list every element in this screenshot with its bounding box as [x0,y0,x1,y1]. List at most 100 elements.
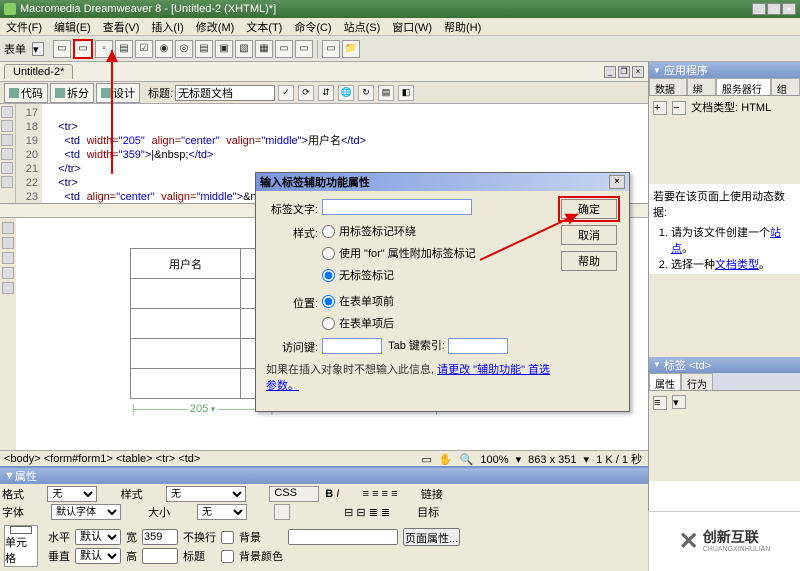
minimize-button[interactable]: _ [752,3,766,15]
properties-panel: ▼属性 格式 无 样式 无 CSS B I ≡ ≡ ≡ ≡ 链接 字体 [0,466,648,571]
design-view-button[interactable]: 设计 [96,83,140,103]
button-icon[interactable]: ▭ [275,40,293,58]
width-input[interactable] [142,529,178,545]
imagefield-icon[interactable]: ▧ [235,40,253,58]
title-input[interactable] [175,85,275,101]
menu-edit[interactable]: 编辑(E) [54,19,91,35]
horz-label: 水平 [48,529,70,545]
label-text-input[interactable] [322,199,472,215]
tabindex-input[interactable] [448,338,508,354]
radio-style-none[interactable]: 无标签标记 [322,267,559,283]
radio-pos-before[interactable]: 在表单项前 [322,293,559,309]
menu-view[interactable]: 查看(V) [103,19,140,35]
folder-icon[interactable]: 📁 [342,40,360,58]
preview-icon[interactable]: 🌐 [338,85,354,101]
radiogroup-icon[interactable]: ◎ [175,40,193,58]
tab-behaviors[interactable]: 行为 [681,373,713,390]
size-select[interactable]: 无 [197,504,247,520]
menu-insert[interactable]: 插入(I) [151,19,183,35]
style-select[interactable]: 无 [166,486,246,502]
header-checkbox[interactable] [221,550,234,563]
format-label: 格式 [2,486,41,502]
tab-components[interactable]: 组件 [771,78,800,95]
radio-style-wrap[interactable]: 用标签标记环绕 [322,223,559,239]
window-controls: _ □ × [751,3,796,15]
cell-username-label[interactable]: 用户名 [131,249,241,279]
tag-opts-icon[interactable]: ▾ [672,395,686,409]
window-dimensions[interactable]: 863 x 351 [528,454,576,466]
textfield-icon[interactable]: ▭ [73,39,93,59]
doc-close-button[interactable]: × [632,66,644,78]
app-panel-header[interactable]: ▼应用程序 [649,62,800,78]
view-options-icon[interactable]: ▤ [378,85,394,101]
doc-restore-button[interactable]: ❐ [618,66,630,78]
tab-bindings[interactable]: 绑定 [687,78,716,95]
bg-input[interactable] [288,529,398,545]
cancel-button[interactable]: 取消 [561,225,617,245]
label-icon[interactable]: ▭ [295,40,313,58]
properties-header[interactable]: ▼属性 [0,468,648,484]
horz-select[interactable]: 默认 [75,529,121,545]
tag-add-icon[interactable]: ≡ [653,396,667,410]
doc-type-label: 文档类型: [691,102,738,114]
insert-category-dropdown[interactable]: ▾ [32,42,44,56]
menu-commands[interactable]: 命令(C) [294,19,331,35]
font-select[interactable]: 默认字体 [51,504,121,520]
ok-button[interactable]: 确定 [561,199,617,219]
plus-icon[interactable]: + [653,101,667,115]
height-input[interactable] [142,548,178,564]
code-view-button[interactable]: 代码 [4,83,48,103]
tab-database[interactable]: 数据库 [649,78,687,95]
hidden-field-icon[interactable]: ▫ [95,40,113,58]
tabindex-label: Tab 键索引: [388,340,445,352]
textarea-icon[interactable]: ▤ [115,40,133,58]
file-mgmt-icon[interactable]: ⇵ [318,85,334,101]
menu-modify[interactable]: 修改(M) [196,19,235,35]
status-bar: <body> <form#form1> <table> <tr> <td> ▭ … [0,450,648,466]
jumpmenu-icon[interactable]: ▣ [215,40,233,58]
doctype-link[interactable]: 文档类型 [715,259,759,271]
help-button[interactable]: 帮助 [561,251,617,271]
fieldset-icon[interactable]: ▭ [322,40,340,58]
color-swatch[interactable] [274,504,290,520]
close-button[interactable]: × [782,3,796,15]
nowrap-checkbox[interactable] [221,531,234,544]
format-select[interactable]: 无 [47,486,97,502]
validate-icon[interactable]: ✓ [278,85,294,101]
radio-icon[interactable]: ◉ [155,40,173,58]
document-tab[interactable]: Untitled-2* [4,64,73,79]
app-title: Macromedia Dreamweaver 8 - [Untitled-2 (… [20,3,276,15]
dialog-title-bar[interactable]: 输入标签辅助功能属性 × [256,173,629,191]
listmenu-icon[interactable]: ▤ [195,40,213,58]
tab-attributes[interactable]: 属性 [649,373,681,390]
checkbox-icon[interactable]: ☑ [135,40,153,58]
menu-site[interactable]: 站点(S) [344,19,381,35]
menu-help[interactable]: 帮助(H) [444,19,481,35]
zoom-tool-icon[interactable]: 🔍 [460,454,474,466]
menu-window[interactable]: 窗口(W) [392,19,432,35]
form-icon[interactable]: ▭ [53,40,71,58]
menu-text[interactable]: 文本(T) [246,19,282,35]
visual-aids-icon[interactable]: ◧ [398,85,414,101]
menu-file[interactable]: 文件(F) [6,19,42,35]
page-properties-button[interactable]: 页面属性... [403,528,460,546]
css-button[interactable]: CSS [269,486,319,502]
tab-server-behaviors[interactable]: 服务器行为 [716,78,771,95]
zoom-value[interactable]: 100% [480,454,508,466]
selection-tool-icon[interactable]: ▭ [421,454,431,466]
radio-style-for[interactable]: 使用 "for" 属性附加标签标记 [322,245,559,261]
filefield-icon[interactable]: ▦ [255,40,273,58]
tag-panel-header[interactable]: ▼标签 <td> [649,357,800,373]
doc-minimize-button[interactable]: _ [604,66,616,78]
vert-select[interactable]: 默认 [75,548,121,564]
hand-tool-icon[interactable]: ✋ [439,454,453,466]
radio-pos-after[interactable]: 在表单项后 [322,315,559,331]
split-view-button[interactable]: 拆分 [50,83,94,103]
minus-icon[interactable]: − [672,101,686,115]
dialog-close-button[interactable]: × [609,175,625,189]
refresh-icon[interactable]: ↻ [358,85,374,101]
tag-breadcrumb[interactable]: <body> <form#form1> <table> <tr> <td> [4,453,419,465]
browser-check-icon[interactable]: ⟳ [298,85,314,101]
maximize-button[interactable]: □ [767,3,781,15]
accesskey-input[interactable] [322,338,382,354]
